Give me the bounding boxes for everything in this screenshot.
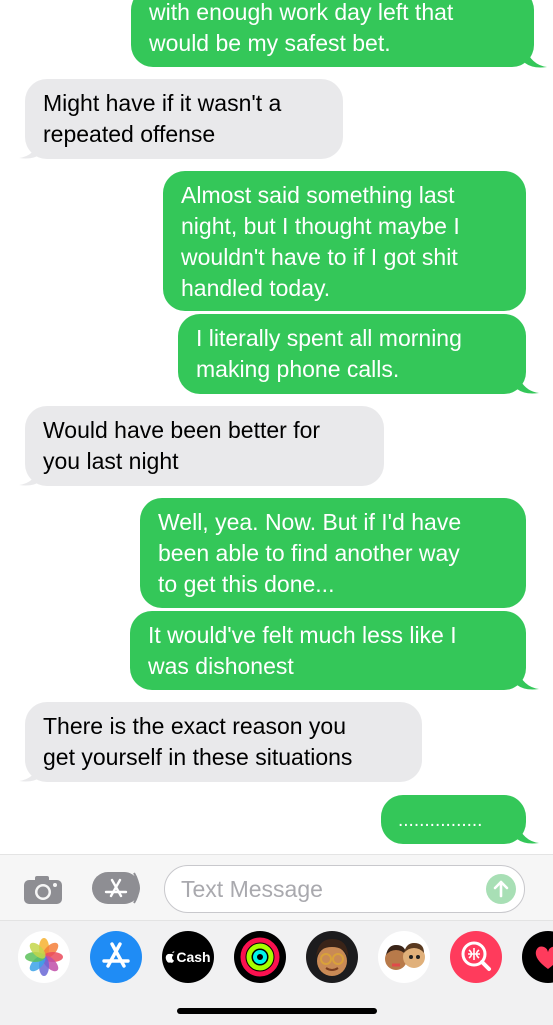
message-input-field[interactable]: [164, 865, 525, 913]
outgoing-message[interactable]: Almost said something last night, but I …: [163, 171, 526, 311]
bubble-tail: [19, 761, 41, 782]
incoming-message[interactable]: There is the exact reason you get yourse…: [25, 702, 422, 782]
memoji-icon[interactable]: [306, 931, 358, 983]
bubble-tail: [19, 465, 41, 486]
outgoing-message[interactable]: ................: [381, 795, 526, 844]
web-images-icon[interactable]: [450, 931, 502, 983]
bubble-tail: [517, 669, 539, 690]
send-arrow-icon[interactable]: [486, 874, 516, 904]
activity-icon[interactable]: [234, 931, 286, 983]
outgoing-message[interactable]: I literally spent all morning making pho…: [178, 314, 526, 394]
memoji-stickers-icon[interactable]: [378, 931, 430, 983]
app-store-icon[interactable]: [90, 931, 142, 983]
bubble-tail: [19, 138, 41, 159]
outgoing-message[interactable]: It would've felt much less like I was di…: [130, 611, 526, 690]
incoming-message[interactable]: Would have been better for you last nigh…: [25, 406, 384, 486]
home-indicator[interactable]: [177, 1008, 377, 1014]
digital-touch-icon[interactable]: [522, 931, 553, 983]
bubble-tail: [517, 373, 539, 394]
photos-icon[interactable]: [18, 931, 70, 983]
bubble-tail: [525, 47, 547, 68]
compose-bar: [0, 854, 553, 921]
bubble-tail: [517, 823, 539, 844]
outgoing-message[interactable]: with enough work day left that would be …: [131, 0, 534, 67]
app-store-icon[interactable]: [91, 871, 143, 910]
incoming-message[interactable]: Might have if it wasn't a repeated offen…: [25, 79, 343, 159]
apple-cash-icon[interactable]: Cash: [162, 931, 214, 983]
camera-icon[interactable]: [23, 875, 63, 910]
outgoing-message[interactable]: Well, yea. Now. But if I'd have been abl…: [140, 498, 526, 608]
message-input[interactable]: [181, 873, 471, 905]
cash-label: Cash: [176, 949, 211, 965]
